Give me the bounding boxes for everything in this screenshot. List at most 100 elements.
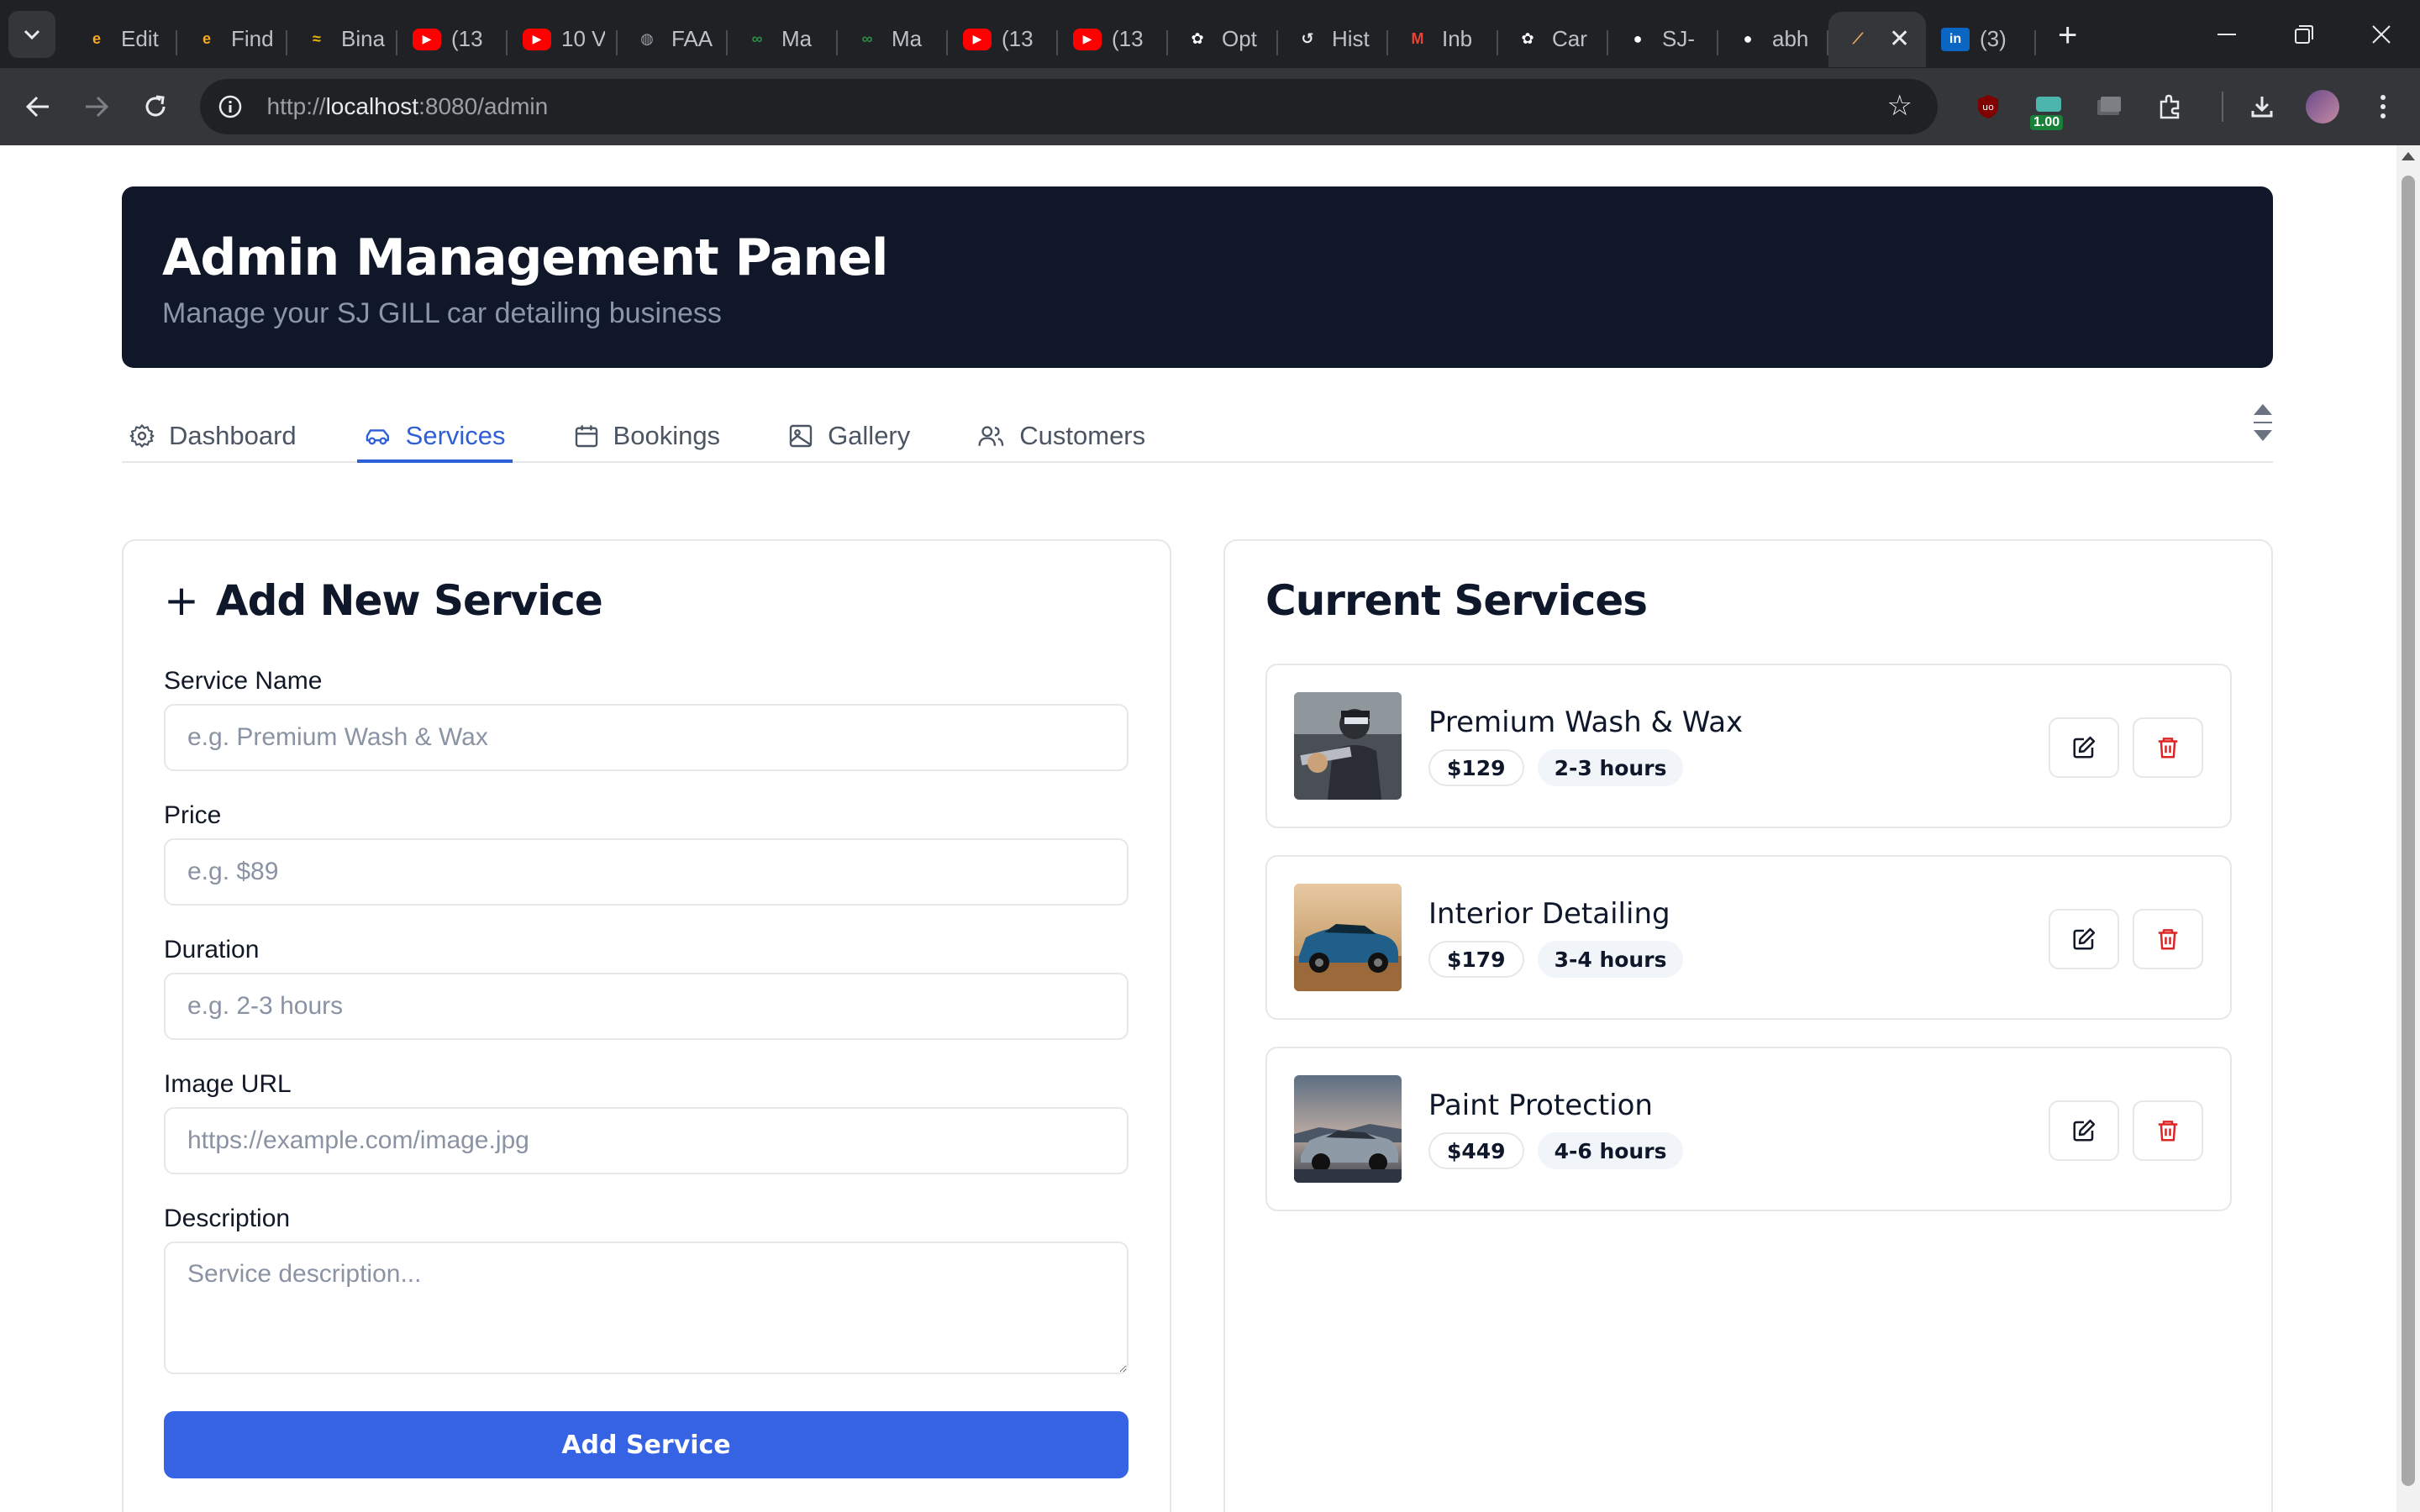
download-icon[interactable] bbox=[2238, 83, 2286, 130]
scroll-up-icon bbox=[2254, 404, 2272, 415]
browser-tab[interactable]: ↺ Hist bbox=[1278, 12, 1388, 67]
close-tab-icon[interactable]: ✕ bbox=[1889, 24, 1910, 54]
ublock-icon[interactable]: uo bbox=[1965, 83, 2012, 130]
description-textarea[interactable] bbox=[164, 1242, 1128, 1374]
page-viewport: Admin Management Panel Manage your SJ GI… bbox=[0, 145, 2396, 1512]
tab-bookings[interactable]: Bookings bbox=[566, 411, 728, 461]
price-badge: $179 bbox=[1428, 941, 1524, 978]
browser-tab[interactable]: ▶ (13 bbox=[397, 12, 508, 67]
trash-icon bbox=[2158, 1121, 2178, 1142]
service-name: Paint Protection bbox=[1428, 1089, 1653, 1122]
browser-tab[interactable]: ● SJ- bbox=[1608, 12, 1718, 67]
reload-button[interactable] bbox=[126, 77, 185, 136]
browser-tab[interactable]: e Find bbox=[177, 12, 287, 67]
github-icon: ● bbox=[1743, 30, 1753, 47]
image-url-input[interactable] bbox=[164, 1107, 1128, 1174]
description-field: Description bbox=[164, 1205, 1128, 1378]
close-window-button[interactable] bbox=[2343, 0, 2420, 68]
image-icon bbox=[789, 424, 813, 448]
calendar-icon bbox=[575, 425, 597, 448]
price-input[interactable] bbox=[164, 838, 1128, 906]
browser-tab[interactable]: ▶ 10 V bbox=[508, 12, 618, 67]
browser-tab[interactable]: ▶ (13 bbox=[948, 12, 1058, 67]
extension-badge: 1.00 bbox=[2029, 115, 2064, 130]
tab-title: Car bbox=[1552, 26, 1587, 51]
browser-tab[interactable]: ✿ Opt bbox=[1168, 12, 1278, 67]
circle-logo-icon: e bbox=[92, 30, 101, 47]
browser-tab[interactable]: e Edit bbox=[67, 12, 177, 67]
browser-tab[interactable]: ● abh bbox=[1718, 12, 1828, 67]
svg-text:uo: uo bbox=[1982, 102, 1994, 113]
delete-button[interactable] bbox=[2133, 717, 2203, 778]
scroll-up-arrow-icon[interactable] bbox=[2402, 152, 2415, 160]
car-icon bbox=[366, 429, 389, 445]
tab-dashboard[interactable]: Dashboard bbox=[122, 411, 303, 461]
service-name: Interior Detailing bbox=[1428, 897, 1670, 931]
tab-services[interactable]: Services bbox=[356, 411, 513, 463]
site-info-icon[interactable] bbox=[212, 88, 249, 125]
tab-scroll-control[interactable] bbox=[2253, 404, 2273, 441]
tab-title: Ma bbox=[892, 26, 923, 51]
add-service-card: + Add New Service Service Name Price Dur… bbox=[122, 539, 1171, 1512]
delete-button[interactable] bbox=[2133, 909, 2203, 969]
toolbar-divider bbox=[2221, 92, 2223, 122]
divider bbox=[2254, 422, 2272, 423]
tab-customers[interactable]: Customers bbox=[971, 411, 1152, 461]
card-title: Current Services bbox=[1265, 576, 1648, 625]
service-name: Premium Wash & Wax bbox=[1428, 706, 1744, 739]
browser-tab[interactable]: ∞ Ma bbox=[728, 12, 838, 67]
tab-label: Services bbox=[405, 421, 506, 450]
window-controls bbox=[2188, 0, 2420, 68]
restore-button[interactable] bbox=[2265, 0, 2343, 68]
price-field: Price bbox=[164, 801, 1128, 906]
restore-icon bbox=[2295, 24, 2313, 44]
arrow-left-icon bbox=[25, 96, 49, 118]
cast-extension-icon[interactable] bbox=[2086, 83, 2133, 130]
edit-button[interactable] bbox=[2049, 717, 2119, 778]
address-bar[interactable]: http://localhost:8080/admin ☆ bbox=[199, 79, 1938, 134]
tab-title: (13 bbox=[1002, 26, 1034, 51]
edit-button[interactable] bbox=[2049, 909, 2119, 969]
plus-icon: + bbox=[164, 576, 199, 625]
browser-tab[interactable]: ⟋ ✕ bbox=[1828, 11, 1926, 67]
browser-tab[interactable]: ∞ Ma bbox=[838, 12, 948, 67]
browser-tab[interactable]: M Inb bbox=[1388, 12, 1498, 67]
tab-title: SJ- bbox=[1662, 26, 1695, 51]
new-tab-button[interactable]: + bbox=[2058, 17, 2077, 55]
puzzle-extensions-icon[interactable] bbox=[2146, 83, 2193, 130]
current-services-card: Current Services Premium Wash & Wax $129 bbox=[1223, 539, 2273, 1512]
profile-avatar[interactable] bbox=[2299, 83, 2346, 130]
duration-badge: 4-6 hours bbox=[1537, 1132, 1684, 1169]
duration-input[interactable] bbox=[164, 973, 1128, 1040]
minimize-button[interactable] bbox=[2188, 0, 2265, 68]
add-service-button[interactable]: Add Service bbox=[164, 1411, 1128, 1478]
browser-tabs: e Edit e Find ≈ Bina ▶ (13 ▶ 10 V ◍ FAA ∞ Ma ∞ Ma ▶ (13 ▶ (… bbox=[67, 0, 2036, 68]
browser-tab[interactable]: ✿ Car bbox=[1498, 12, 1608, 67]
forward-button[interactable] bbox=[67, 77, 126, 136]
browser-tab[interactable]: ◍ FAA bbox=[618, 12, 728, 67]
edit-icon bbox=[2073, 1119, 2096, 1142]
speed-extension-icon[interactable]: 1.00 bbox=[2025, 83, 2072, 130]
image-url-field: Image URL bbox=[164, 1070, 1128, 1174]
browser-tab[interactable]: ▶ (13 bbox=[1058, 12, 1168, 67]
tab-label: Customers bbox=[1019, 421, 1146, 450]
service-name-input[interactable] bbox=[164, 704, 1128, 771]
browser-menu-icon[interactable] bbox=[2360, 83, 2407, 130]
browser-tab[interactable]: in (3) bbox=[1926, 12, 2036, 67]
browser-toolbar: http://localhost:8080/admin ☆ uo 1.00 bbox=[0, 68, 2420, 145]
tab-title: Bina bbox=[341, 26, 385, 51]
page-scrollbar[interactable] bbox=[2396, 145, 2420, 1512]
browser-tab[interactable]: ≈ Bina bbox=[287, 12, 397, 67]
field-label: Price bbox=[164, 801, 222, 829]
back-button[interactable] bbox=[8, 77, 67, 136]
delete-button[interactable] bbox=[2133, 1100, 2203, 1161]
admin-hero-banner: Admin Management Panel Manage your SJ GI… bbox=[122, 186, 2273, 368]
scrollbar-thumb[interactable] bbox=[2402, 176, 2415, 1486]
duration-field: Duration bbox=[164, 936, 1128, 1040]
bookmark-star-icon[interactable]: ☆ bbox=[1887, 89, 1912, 123]
tab-title: abh bbox=[1772, 26, 1809, 51]
tab-gallery[interactable]: Gallery bbox=[781, 411, 917, 461]
edit-button[interactable] bbox=[2049, 1100, 2119, 1161]
tab-search-button[interactable] bbox=[8, 10, 55, 58]
gmail-icon: M bbox=[1411, 30, 1424, 47]
